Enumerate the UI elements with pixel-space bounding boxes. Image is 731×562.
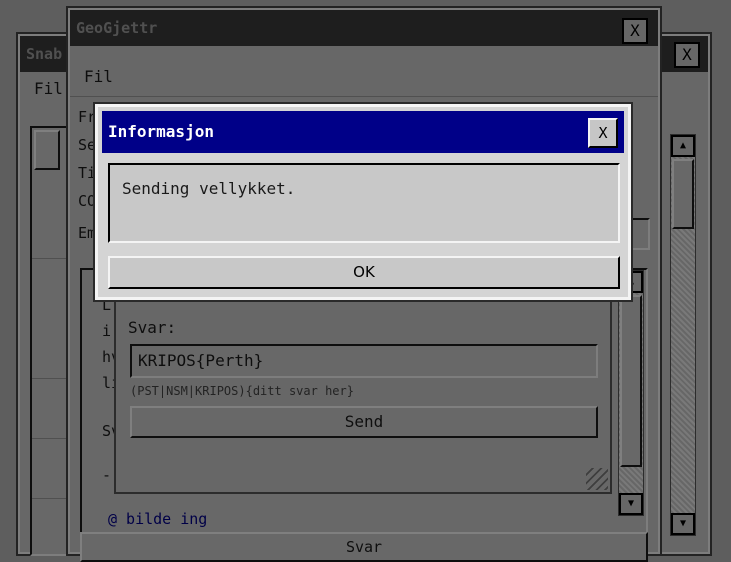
- menubar-separator: [70, 96, 658, 97]
- email-label: Em: [78, 224, 97, 242]
- answer-input-value: KRIPOS{Perth}: [138, 351, 264, 370]
- description-area: L i hv li Sv - @ bilde ing ▲ ▼ Svar: KRI…: [80, 268, 648, 548]
- dialog-close-button[interactable]: X: [588, 118, 618, 148]
- back-list-header: [34, 130, 60, 170]
- svar-label: Svar:: [128, 318, 177, 337]
- main-window-titlebar: GeoGjettr: [70, 10, 658, 46]
- back-window-close-button[interactable]: X: [674, 42, 700, 68]
- resize-grip-icon[interactable]: [586, 468, 608, 490]
- main-window-menu-file[interactable]: Fil: [84, 67, 113, 86]
- answer-panel: Svar: KRIPOS{Perth} (PST|NSM|KRIPOS){dit…: [114, 280, 612, 494]
- ok-button[interactable]: OK: [108, 256, 620, 289]
- back-window-scrollbar[interactable]: ▲ ▼: [670, 134, 696, 536]
- field-label: CO: [78, 192, 97, 210]
- information-dialog: Informasjon X Sending vellykket. OK: [93, 102, 633, 302]
- answer-hint: (PST|NSM|KRIPOS){ditt svar her}: [130, 384, 354, 398]
- field-label: Se: [78, 136, 97, 154]
- back-window-menu-file[interactable]: Fil: [34, 79, 63, 98]
- email-field[interactable]: [630, 218, 650, 250]
- dialog-title: Informasjon: [108, 122, 214, 141]
- scroll-thumb[interactable]: [672, 159, 694, 229]
- down-arrow-icon[interactable]: ▼: [671, 513, 695, 535]
- back-window-title: Snab: [26, 45, 63, 63]
- field-label: Ti: [78, 164, 97, 182]
- up-arrow-icon[interactable]: ▲: [671, 135, 695, 157]
- dialog-message-box: Sending vellykket.: [108, 163, 620, 243]
- dialog-message: Sending vellykket.: [122, 179, 296, 198]
- description-scrollbar[interactable]: ▲ ▼: [618, 270, 644, 516]
- submit-button-label: Svar: [345, 538, 383, 556]
- image-text: @ bilde ing: [108, 510, 208, 528]
- scroll-thumb[interactable]: [620, 295, 642, 467]
- dialog-titlebar: Informasjon X: [102, 111, 624, 153]
- description-text: -: [102, 466, 112, 484]
- main-window-title: GeoGjettr: [76, 19, 158, 37]
- main-window-menubar: Fil: [70, 60, 658, 94]
- send-button[interactable]: Send: [130, 406, 598, 438]
- answer-input[interactable]: KRIPOS{Perth}: [130, 344, 598, 378]
- description-text: i: [102, 322, 112, 340]
- main-window-close-button[interactable]: X: [622, 18, 648, 44]
- down-arrow-icon[interactable]: ▼: [619, 493, 643, 515]
- submit-button[interactable]: Svar: [80, 532, 648, 562]
- field-label: Fr: [78, 108, 97, 126]
